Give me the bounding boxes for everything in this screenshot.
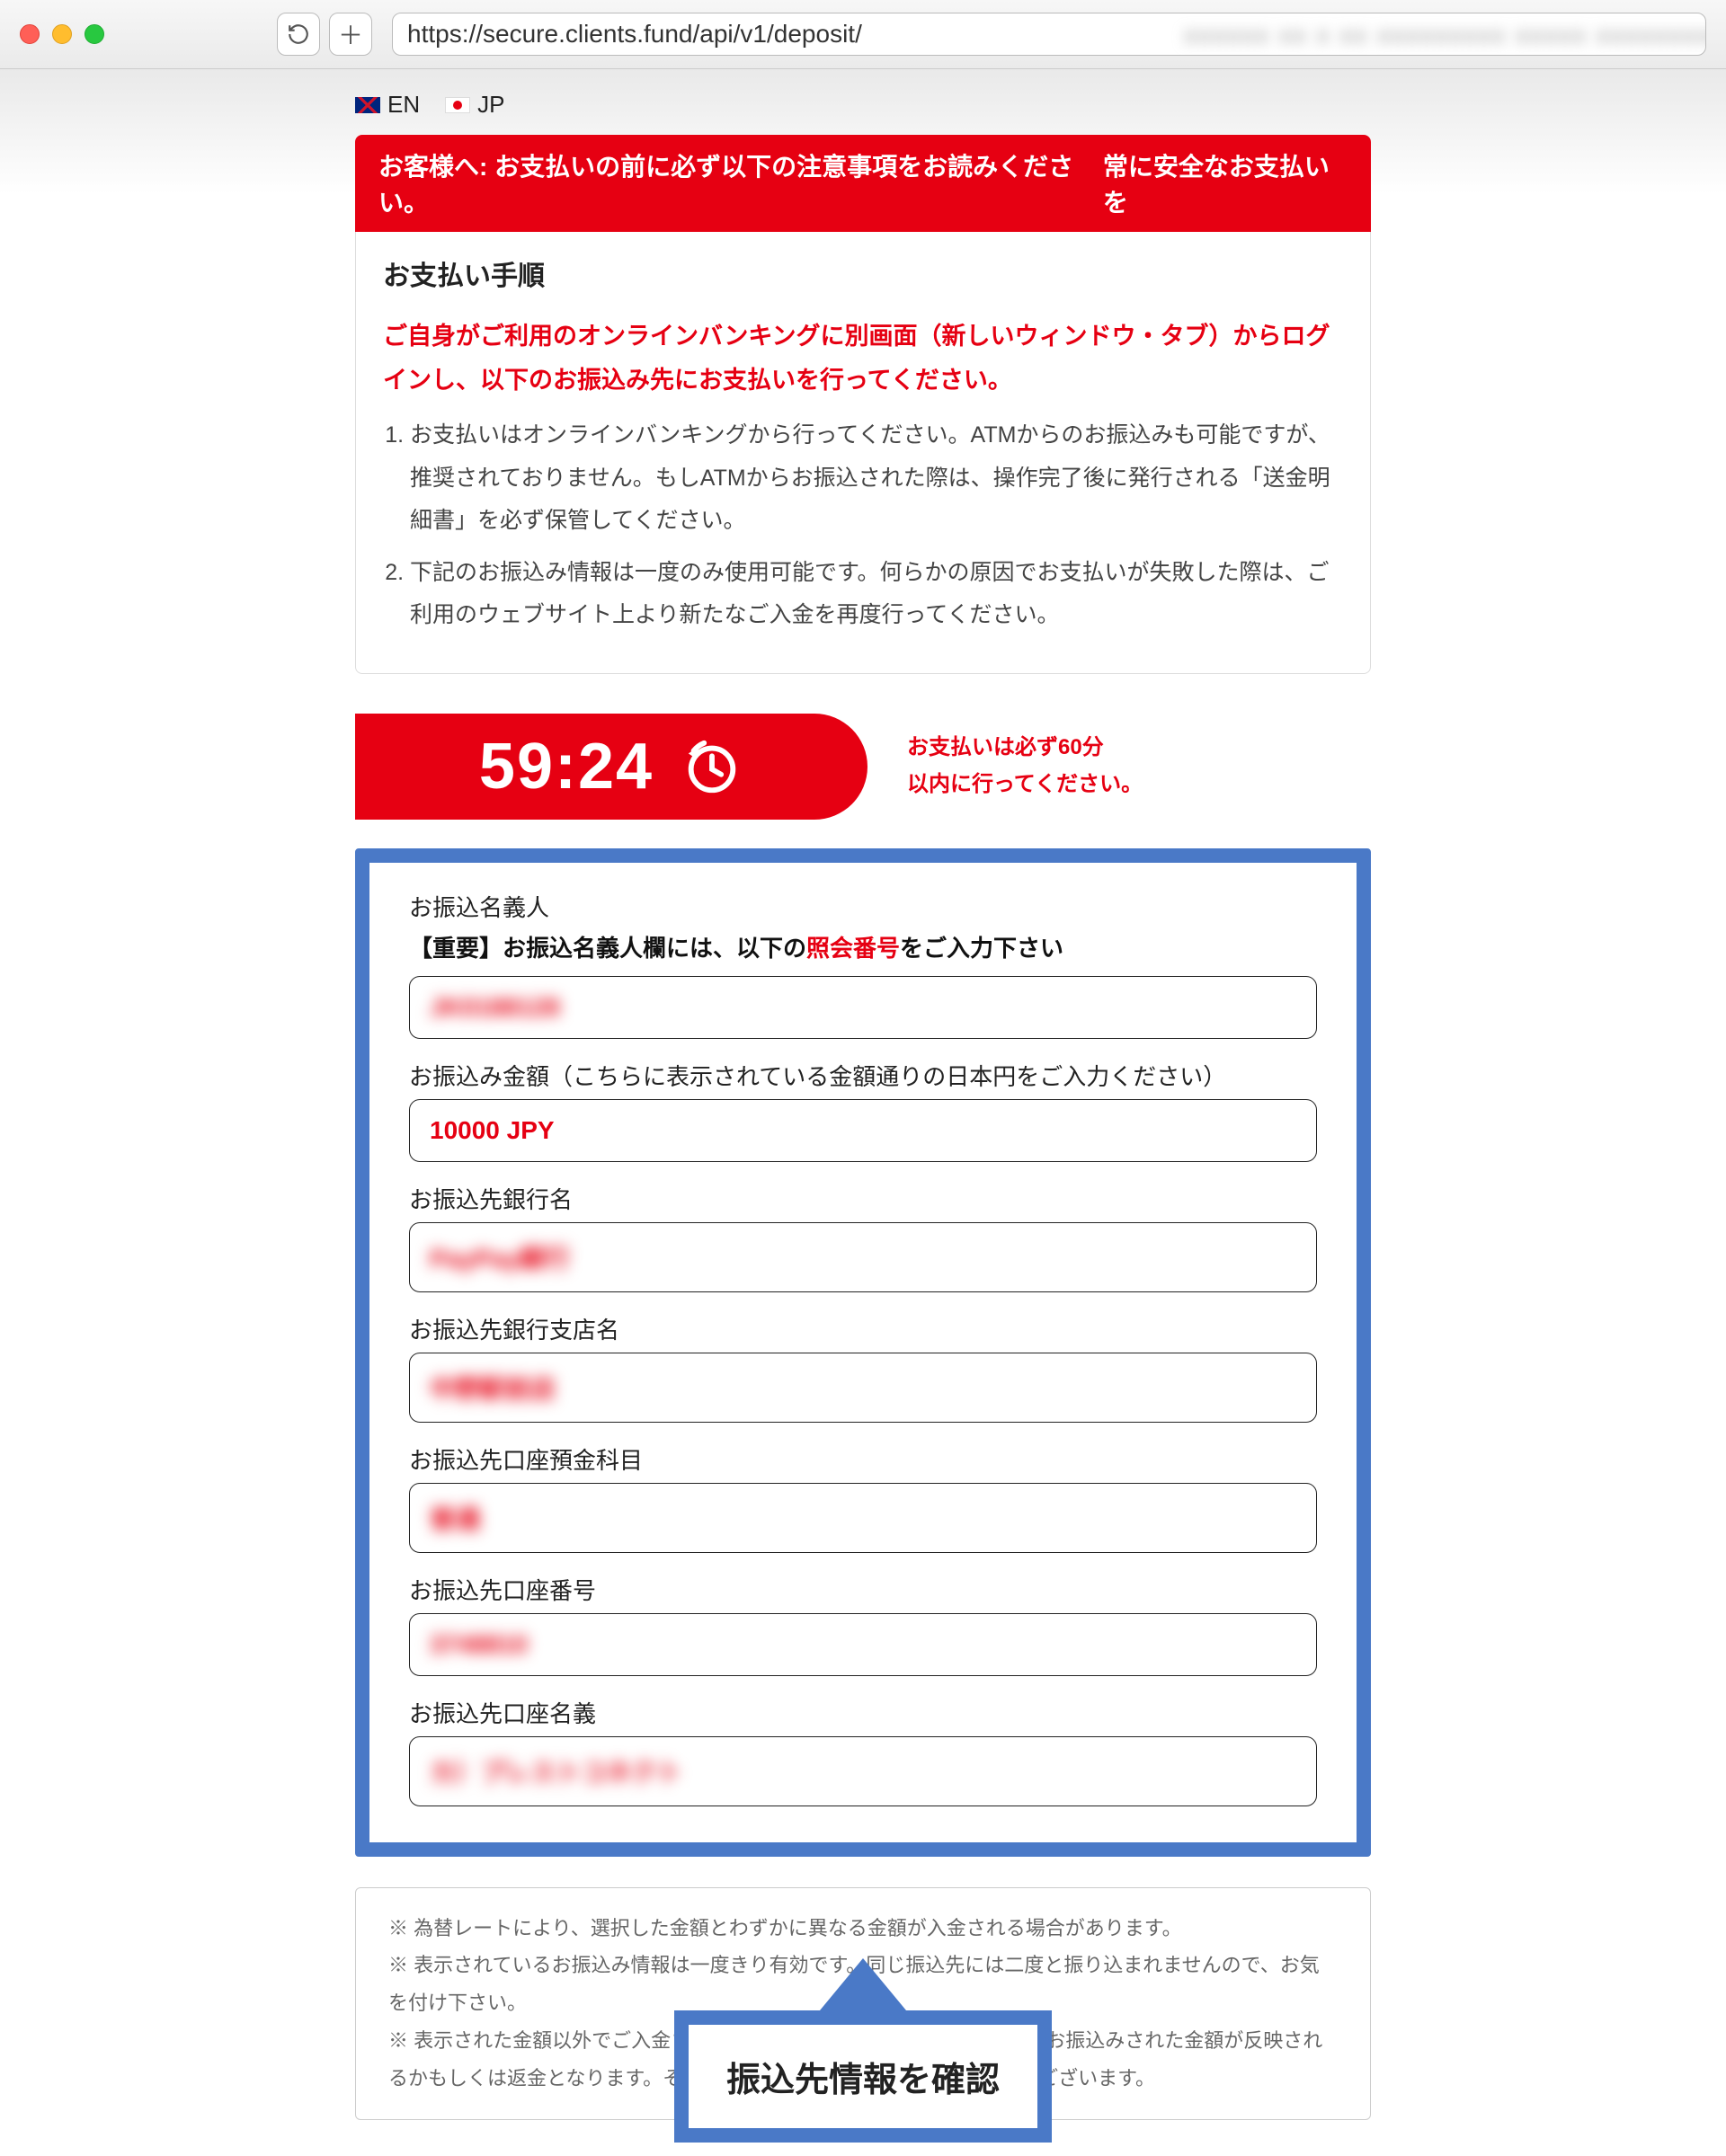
lang-en[interactable]: EN xyxy=(355,91,420,119)
field-value-box[interactable]: 中野駅前店 xyxy=(409,1353,1317,1423)
maximize-window-icon[interactable] xyxy=(85,24,104,44)
lang-jp-label: JP xyxy=(477,91,504,119)
field-value-box[interactable]: カ）プレストコネクト xyxy=(409,1736,1317,1806)
field-value: 中野駅前店 xyxy=(430,1370,556,1406)
procedure-title: お支払い手順 xyxy=(383,253,1343,293)
minimize-window-icon[interactable] xyxy=(52,24,72,44)
new-tab-button[interactable]: ＋ xyxy=(329,13,372,56)
timer-note-line2: 以内に行ってください。 xyxy=(907,767,1143,803)
field-value-box[interactable]: 3748810 xyxy=(409,1613,1317,1676)
close-window-icon[interactable] xyxy=(20,24,40,44)
field-value: PayPay銀行 xyxy=(430,1239,570,1275)
field-value: JK0188128 xyxy=(430,993,560,1022)
field-value-box[interactable]: 普通 xyxy=(409,1483,1317,1553)
field-account-holder: お振込先口座名義 カ）プレストコネクト xyxy=(409,1696,1317,1806)
field-sublabel: 【重要】お振込名義人欄には、以下の照会番号をご入力下さい xyxy=(409,930,1317,963)
field-branch-name: お振込先銀行支店名 中野駅前店 xyxy=(409,1312,1317,1423)
warning-banner: お客様へ: お支払いの前に必ず以下の注意事項をお読みください。 常に安全なお支払… xyxy=(355,135,1371,232)
field-value: 10000 JPY xyxy=(430,1116,555,1145)
procedure-box: お支払い手順 ご自身がご利用のオンラインバンキングに別画面（新しいウィンドウ・タ… xyxy=(355,232,1371,674)
reload-button[interactable] xyxy=(277,13,320,56)
field-bank-name: お振込先銀行名 PayPay銀行 xyxy=(409,1182,1317,1292)
field-value: 普通 xyxy=(430,1500,480,1536)
browser-nav-buttons: ＋ xyxy=(277,13,372,56)
browser-chrome: ＋ https://secure.clients.fund/api/v1/dep… xyxy=(0,0,1726,69)
address-bar[interactable]: https://secure.clients.fund/api/v1/depos… xyxy=(392,13,1706,56)
callout-arrow-icon xyxy=(820,1958,906,2010)
timer-pill: 59:24 xyxy=(355,714,867,820)
language-switcher: EN JP xyxy=(355,91,1371,119)
clock-icon xyxy=(681,735,743,798)
field-amount: お振込み金額（こちらに表示されている金額通りの日本円をご入力ください） 1000… xyxy=(409,1059,1317,1162)
field-label: お振込先口座番号 xyxy=(409,1573,1317,1606)
field-label: お振込先口座名義 xyxy=(409,1696,1317,1729)
field-value-box[interactable]: 10000 JPY xyxy=(409,1099,1317,1162)
timer-value: 59:24 xyxy=(479,730,654,803)
uk-flag-icon xyxy=(355,97,380,113)
field-value-box[interactable]: JK0188128 xyxy=(409,976,1317,1039)
procedure-list: お支払いはオンラインバンキングから行ってください。ATMからのお振込みも可能です… xyxy=(383,414,1343,637)
procedure-item: お支払いはオンラインバンキングから行ってください。ATMからのお振込みも可能です… xyxy=(410,414,1343,543)
timer-note-line1: お支払いは必ず60分 xyxy=(907,730,1143,767)
field-label: お振込み金額（こちらに表示されている金額通りの日本円をご入力ください） xyxy=(409,1059,1317,1092)
procedure-highlight: ご自身がご利用のオンラインバンキングに別画面（新しいウィンドウ・タブ）からログイ… xyxy=(383,315,1343,402)
banner-text-left: お客様へ: お支払いの前に必ず以下の注意事項をお読みください。 xyxy=(378,147,1103,219)
callout-tooltip: 振込先情報を確認 xyxy=(674,1958,1052,2143)
field-account-type: お振込先口座預金科目 普通 xyxy=(409,1442,1317,1553)
field-account-number: お振込先口座番号 3748810 xyxy=(409,1573,1317,1676)
url-obscured-tail: xxxxxx xx x xx xxxxxxxxx xxxxx xxxxxxxxx… xyxy=(1184,21,1696,48)
field-value-box[interactable]: PayPay銀行 xyxy=(409,1222,1317,1292)
field-label: お振込先口座預金科目 xyxy=(409,1442,1317,1476)
lang-en-label: EN xyxy=(387,91,420,119)
field-label: お振込名義人 xyxy=(409,890,1317,923)
lang-jp[interactable]: JP xyxy=(445,91,504,119)
field-value: カ）プレストコネクト xyxy=(430,1753,681,1789)
window-controls xyxy=(20,24,104,44)
transfer-info-frame: お振込名義人 【重要】お振込名義人欄には、以下の照会番号をご入力下さい JK01… xyxy=(355,848,1371,1857)
field-value: 3748810 xyxy=(430,1630,528,1659)
url-text: https://secure.clients.fund/api/v1/depos… xyxy=(407,20,862,49)
banner-text-right: 常に安全なお支払いを xyxy=(1103,147,1348,219)
field-sender-name: お振込名義人 【重要】お振込名義人欄には、以下の照会番号をご入力下さい JK01… xyxy=(409,890,1317,1039)
procedure-item: 下記のお振込み情報は一度のみ使用可能です。何らかの原因でお支払いが失敗した際は、… xyxy=(410,552,1343,637)
timer-note: お支払いは必ず60分 以内に行ってください。 xyxy=(907,730,1143,803)
callout-label: 振込先情報を確認 xyxy=(674,2010,1052,2143)
jp-flag-icon xyxy=(445,97,470,113)
timer-row: 59:24 お支払いは必ず60分 以内に行ってください。 xyxy=(355,714,1371,820)
note-line: ※ 為替レートにより、選択した金額とわずかに異なる金額が入金される場合があります… xyxy=(388,1910,1338,1947)
field-label: お振込先銀行支店名 xyxy=(409,1312,1317,1345)
field-label: お振込先銀行名 xyxy=(409,1182,1317,1215)
